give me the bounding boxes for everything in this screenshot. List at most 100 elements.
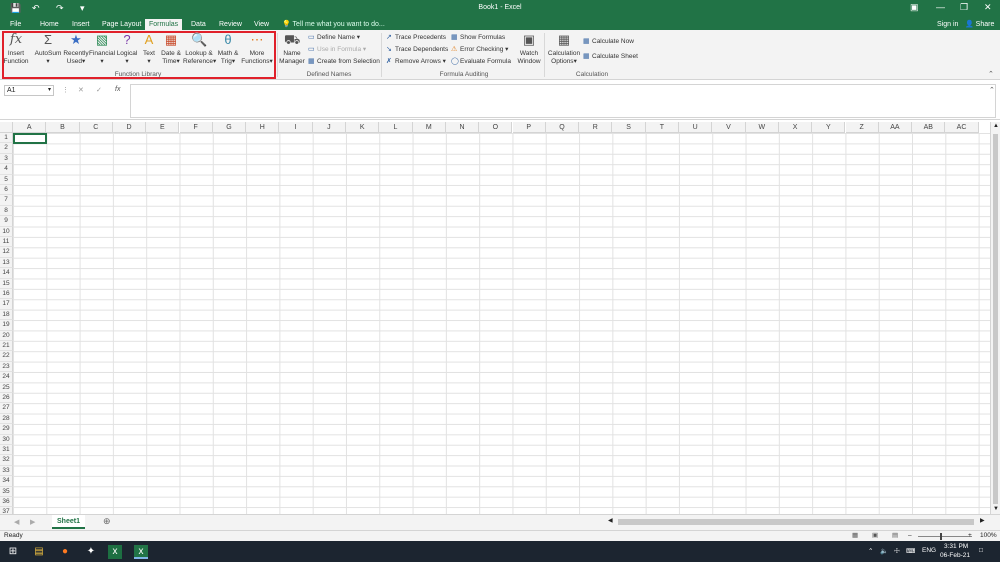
calculation-options-button[interactable]: ▦ Calculation Options▾ — [546, 32, 582, 66]
sheet-next-icon[interactable]: ▶ — [30, 518, 35, 526]
recently-used-button[interactable]: ★ Recently Used▾ — [63, 32, 89, 66]
column-header[interactable]: F — [179, 122, 213, 133]
sheet-prev-icon[interactable]: ◀ — [14, 518, 19, 526]
row-header[interactable]: 17 — [0, 299, 13, 310]
vertical-scroll-thumb[interactable] — [993, 134, 998, 504]
close-icon[interactable]: ✕ — [984, 2, 992, 13]
tab-data[interactable]: Data — [187, 19, 210, 30]
zoom-slider[interactable] — [918, 536, 972, 537]
cancel-icon[interactable]: ✕ — [78, 86, 84, 94]
volume-icon[interactable]: 🔈 — [880, 547, 888, 555]
row-header[interactable]: 23 — [0, 361, 13, 373]
column-header[interactable]: A — [13, 122, 47, 133]
row-header[interactable]: 7 — [0, 195, 13, 206]
snipping-tool-icon[interactable]: ✦ — [84, 545, 98, 559]
text-button[interactable]: A Text ▾ — [140, 32, 158, 66]
column-header[interactable]: L — [379, 122, 413, 133]
horizontal-scrollbar[interactable]: ◀ ▶ — [606, 517, 990, 527]
trace-precedents-button[interactable]: ↗ Trace Precedents — [386, 33, 446, 43]
ribbon-display-options-icon[interactable]: ▣ — [910, 2, 919, 13]
excel-active-icon[interactable]: x — [134, 545, 148, 559]
row-header[interactable]: 20 — [0, 330, 13, 341]
column-header[interactable]: H — [246, 122, 280, 133]
evaluate-formula-button[interactable]: ◯Evaluate Formula — [451, 57, 511, 67]
zoom-slider-thumb[interactable] — [940, 533, 942, 540]
normal-view-icon[interactable]: ▦ — [852, 531, 858, 541]
scroll-up-icon[interactable]: ▲ — [993, 123, 999, 129]
row-header[interactable]: 22 — [0, 351, 13, 362]
column-header[interactable]: D — [112, 122, 147, 133]
scroll-down-icon[interactable]: ▼ — [993, 506, 999, 512]
minimize-icon[interactable]: — — [936, 2, 945, 12]
row-header[interactable]: 27 — [0, 403, 13, 414]
scroll-left-icon[interactable]: ◀ — [608, 517, 613, 524]
column-header[interactable]: AC — [945, 122, 979, 133]
row-header[interactable]: 24 — [0, 372, 13, 383]
row-header[interactable]: 19 — [0, 320, 13, 331]
row-header[interactable]: 1 — [0, 133, 13, 144]
clock-date[interactable]: 06-Feb-21 — [940, 552, 970, 559]
row-header[interactable]: 32 — [0, 455, 13, 466]
tab-home[interactable]: Home — [36, 19, 63, 30]
show-formulas-button[interactable]: ▦ Show Formulas — [451, 33, 505, 43]
network-icon[interactable]: ☩ — [894, 547, 900, 555]
column-header[interactable]: T — [645, 122, 679, 133]
worksheet-grid[interactable]: A B C D E F G H I J K L M N O P Q R S T U V W X Y Z AA AB AC 1234567… — [0, 122, 990, 514]
column-header[interactable]: J — [312, 122, 346, 133]
sheet-tab-sheet1[interactable]: Sheet1 — [52, 515, 85, 529]
active-cell[interactable] — [13, 133, 47, 144]
file-explorer-icon[interactable]: ▤ — [32, 545, 46, 559]
autosum-button[interactable]: Σ AutoSum ▾ — [33, 32, 63, 66]
tab-view[interactable]: View — [250, 19, 273, 30]
language-indicator[interactable]: ENG — [922, 547, 936, 554]
cells-area[interactable] — [13, 133, 990, 514]
zoom-out-icon[interactable]: – — [908, 531, 912, 541]
row-header[interactable]: 10 — [0, 226, 13, 237]
use-in-formula-button[interactable]: ▭ Use in Formula ▾ — [308, 45, 366, 55]
date-time-button[interactable]: ▦ Date & Time▾ — [159, 32, 183, 66]
tab-insert[interactable]: Insert — [68, 19, 94, 30]
math-trig-button[interactable]: θ Math & Trig▾ — [215, 32, 241, 66]
row-header[interactable]: 16 — [0, 289, 13, 300]
row-header[interactable]: 2 — [0, 143, 13, 154]
collapse-ribbon-icon[interactable]: ⌃ — [988, 70, 994, 78]
row-header[interactable]: 18 — [0, 309, 13, 321]
tab-formulas[interactable]: Formulas — [145, 19, 183, 30]
row-header[interactable]: 9 — [0, 216, 13, 227]
row-header[interactable]: 30 — [0, 434, 13, 445]
column-header[interactable]: Z — [845, 122, 879, 133]
row-header[interactable]: 36 — [0, 497, 13, 508]
row-header[interactable]: 35 — [0, 486, 13, 497]
horizontal-scroll-thumb[interactable] — [618, 519, 974, 525]
column-header[interactable]: W — [745, 122, 779, 133]
more-functions-button[interactable]: ⋯ More Functions▾ — [240, 32, 274, 66]
row-header[interactable]: 6 — [0, 185, 13, 196]
firefox-icon[interactable]: ● — [58, 545, 72, 559]
column-header[interactable]: S — [612, 122, 646, 133]
column-header[interactable]: Q — [545, 122, 580, 133]
enter-icon[interactable]: ✓ — [96, 86, 102, 94]
column-header[interactable]: O — [479, 122, 513, 133]
column-header[interactable]: G — [212, 122, 247, 133]
row-header[interactable]: 3 — [0, 153, 13, 165]
calculate-sheet-button[interactable]: ▦ Calculate Sheet — [583, 52, 638, 62]
notifications-icon[interactable]: □ — [979, 547, 983, 554]
row-header[interactable]: 25 — [0, 382, 13, 393]
insert-function-button[interactable]: fx Insert Function — [3, 32, 29, 66]
formula-input[interactable] — [130, 84, 996, 118]
row-header[interactable]: 33 — [0, 465, 13, 477]
row-header[interactable]: 13 — [0, 257, 13, 269]
column-header[interactable]: R — [579, 122, 613, 133]
chevron-down-icon[interactable]: ▾ — [48, 86, 51, 95]
zoom-in-icon[interactable]: + — [968, 531, 972, 541]
page-layout-view-icon[interactable]: ▣ — [872, 531, 878, 541]
row-header[interactable]: 11 — [0, 237, 13, 248]
tab-review[interactable]: Review — [215, 19, 246, 30]
sign-in-link[interactable]: Sign in — [937, 19, 958, 30]
tab-file[interactable]: File — [6, 19, 25, 30]
column-header[interactable]: X — [778, 122, 813, 133]
column-header[interactable]: AA — [878, 122, 913, 133]
row-header[interactable]: 34 — [0, 476, 13, 487]
share-button[interactable]: 👤 Share — [965, 19, 994, 30]
tell-me-search[interactable]: 💡 Tell me what you want to do... — [282, 19, 385, 30]
